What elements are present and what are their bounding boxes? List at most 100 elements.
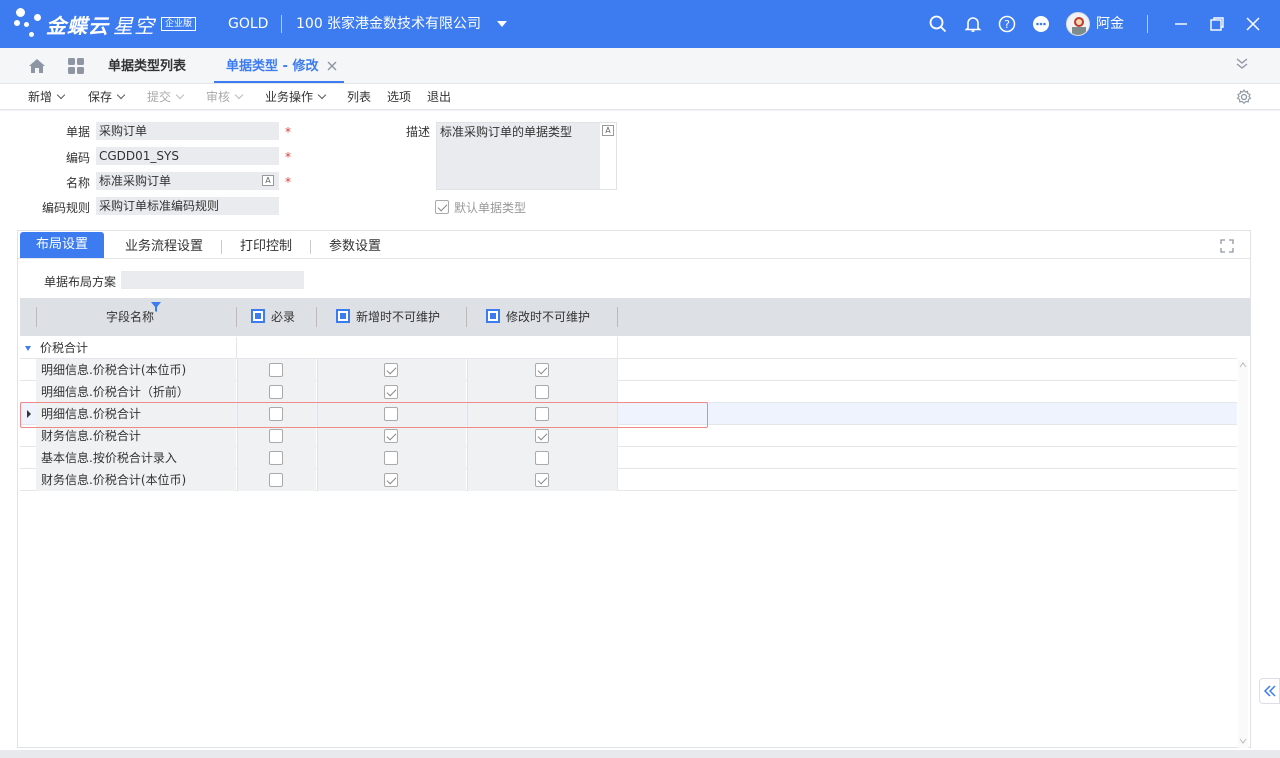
no-modify-checkbox[interactable] — [535, 473, 549, 487]
search-icon[interactable] — [927, 13, 949, 35]
header-checkbox[interactable] — [336, 309, 350, 323]
field-name-cell[interactable]: 财务信息.价税合计(本位币) — [36, 469, 236, 491]
user-name[interactable]: 阿金 — [1096, 0, 1124, 48]
grid-header: 字段名称 必录 新增时不可维护 修改时不可维护 — [20, 298, 1250, 336]
default-type-label: 默认单据类型 — [454, 201, 527, 215]
multilang-icon[interactable]: A — [262, 175, 274, 186]
column-divider — [617, 469, 618, 491]
field-name-header[interactable]: 字段名称 — [106, 298, 154, 336]
rule-field[interactable]: 采购订单标准编码规则 — [96, 197, 279, 215]
bill-label: 单据 — [65, 125, 90, 139]
required-checkbox[interactable] — [269, 473, 283, 487]
no-modify-header[interactable]: 修改时不可维护 — [486, 298, 590, 336]
submit-button[interactable]: 提交 — [147, 84, 185, 110]
apps-grid-icon[interactable] — [65, 55, 87, 77]
name-label: 名称 — [65, 176, 90, 190]
minimize-icon[interactable] — [1170, 13, 1192, 35]
tab-bill-type-edit[interactable]: 单据类型 - 修改 — [226, 48, 318, 84]
table-row[interactable]: 财务信息.价税合计 — [20, 425, 1237, 447]
table-row[interactable]: 明细信息.价税合计(本位币) — [20, 359, 1237, 381]
user-avatar[interactable] — [1066, 12, 1090, 36]
default-type-checkbox[interactable] — [435, 200, 449, 214]
required-checkbox[interactable] — [269, 429, 283, 443]
column-divider — [617, 447, 618, 469]
close-tab-icon[interactable] — [321, 55, 343, 77]
home-icon[interactable] — [26, 55, 48, 77]
save-button[interactable]: 保存 — [88, 84, 126, 110]
required-header[interactable]: 必录 — [251, 298, 295, 336]
list-button[interactable]: 列表 — [347, 84, 371, 110]
double-chevron-down-icon[interactable] — [1231, 53, 1253, 75]
org-name[interactable]: 张家港金数技术有限公司 — [327, 0, 481, 48]
no-modify-checkbox[interactable] — [535, 451, 549, 465]
collapse-side-panel-button[interactable] — [1259, 678, 1280, 704]
separator — [310, 240, 311, 254]
top-bar: 金蝶云 星空 企业版 GOLD 100 张家港金数技术有限公司 ? 阿金 — [0, 0, 1280, 48]
filter-icon[interactable] — [150, 300, 162, 314]
tab-business-flow[interactable]: 业务流程设置 — [114, 234, 214, 260]
tab-print-control[interactable]: 打印控制 — [228, 234, 304, 260]
field-name-cell[interactable]: 基本信息.按价税合计录入 — [36, 447, 236, 469]
org-dropdown-icon[interactable] — [491, 13, 513, 35]
no-modify-checkbox[interactable] — [535, 385, 549, 399]
code-field[interactable]: CGDD01_SYS — [96, 147, 279, 165]
no-add-checkbox[interactable] — [384, 363, 398, 377]
no-add-checkbox[interactable] — [384, 429, 398, 443]
page-tabs-bar: 单据类型列表 单据类型 - 修改 — [0, 48, 1280, 84]
multilang-icon[interactable]: A — [602, 125, 614, 136]
table-row[interactable]: 明细信息.价税合计（折前） — [20, 381, 1237, 403]
tab-parameter-settings[interactable]: 参数设置 — [318, 234, 392, 260]
app-logo[interactable]: 金蝶云 星空 企业版 — [14, 6, 197, 42]
org-code[interactable]: 100 — [296, 0, 323, 48]
desc-textarea[interactable]: 标准采购订单的单据类型 — [436, 122, 617, 190]
business-ops-button[interactable]: 业务操作 — [265, 84, 327, 110]
group-label: 价税合计 — [40, 341, 89, 355]
no-modify-checkbox[interactable] — [535, 363, 549, 377]
no-add-header[interactable]: 新增时不可维护 — [336, 298, 440, 336]
status-strip — [0, 750, 1280, 758]
chevron-down-icon — [56, 90, 66, 100]
field-name-cell[interactable]: 明细信息.价税合计（折前） — [36, 381, 236, 403]
tab-layout-settings[interactable]: 布局设置 — [20, 232, 104, 258]
settings-gear-icon[interactable] — [1233, 86, 1255, 108]
audit-button[interactable]: 审核 — [206, 84, 244, 110]
no-add-checkbox[interactable] — [384, 473, 398, 487]
more-icon[interactable] — [1030, 13, 1052, 35]
layout-scheme-field[interactable] — [121, 271, 304, 289]
close-icon[interactable] — [1242, 13, 1264, 35]
column-divider — [617, 359, 618, 381]
vertical-scrollbar[interactable] — [1238, 360, 1248, 748]
collapse-icon[interactable] — [24, 337, 36, 359]
header-checkbox[interactable] — [251, 309, 265, 323]
field-name-cell[interactable]: 明细信息.价税合计(本位币) — [36, 359, 236, 381]
options-button[interactable]: 选项 — [387, 84, 411, 110]
bell-icon[interactable] — [962, 13, 984, 35]
restore-icon[interactable] — [1206, 13, 1228, 35]
fullscreen-icon[interactable] — [1216, 235, 1238, 257]
no-modify-checkbox[interactable] — [535, 429, 549, 443]
required-mark: * — [285, 175, 291, 189]
table-row[interactable]: 基本信息.按价税合计录入 — [20, 447, 1237, 469]
group-row[interactable]: 价税合计 — [20, 337, 1237, 359]
bill-field[interactable]: 采购订单 — [96, 122, 279, 140]
active-tab-indicator — [214, 81, 344, 83]
table-row[interactable]: 财务信息.价税合计(本位币) — [20, 469, 1237, 491]
tab-bill-type-list[interactable]: 单据类型列表 — [108, 48, 186, 84]
required-checkbox[interactable] — [269, 385, 283, 399]
header-checkbox[interactable] — [486, 309, 500, 323]
separator — [221, 240, 222, 254]
data-center[interactable]: GOLD — [228, 0, 268, 48]
name-field[interactable]: 标准采购订单 — [96, 172, 279, 190]
new-button[interactable]: 新增 — [28, 84, 66, 110]
no-add-checkbox[interactable] — [384, 385, 398, 399]
field-name-header-label: 字段名称 — [106, 310, 155, 324]
chevron-down-icon — [317, 90, 327, 100]
column-divider — [236, 337, 237, 359]
required-mark: * — [285, 125, 291, 139]
field-name-cell[interactable]: 财务信息.价税合计 — [36, 425, 236, 447]
exit-button[interactable]: 退出 — [427, 84, 451, 110]
help-icon[interactable]: ? — [996, 13, 1018, 35]
no-add-checkbox[interactable] — [384, 451, 398, 465]
required-checkbox[interactable] — [269, 363, 283, 377]
required-checkbox[interactable] — [269, 451, 283, 465]
